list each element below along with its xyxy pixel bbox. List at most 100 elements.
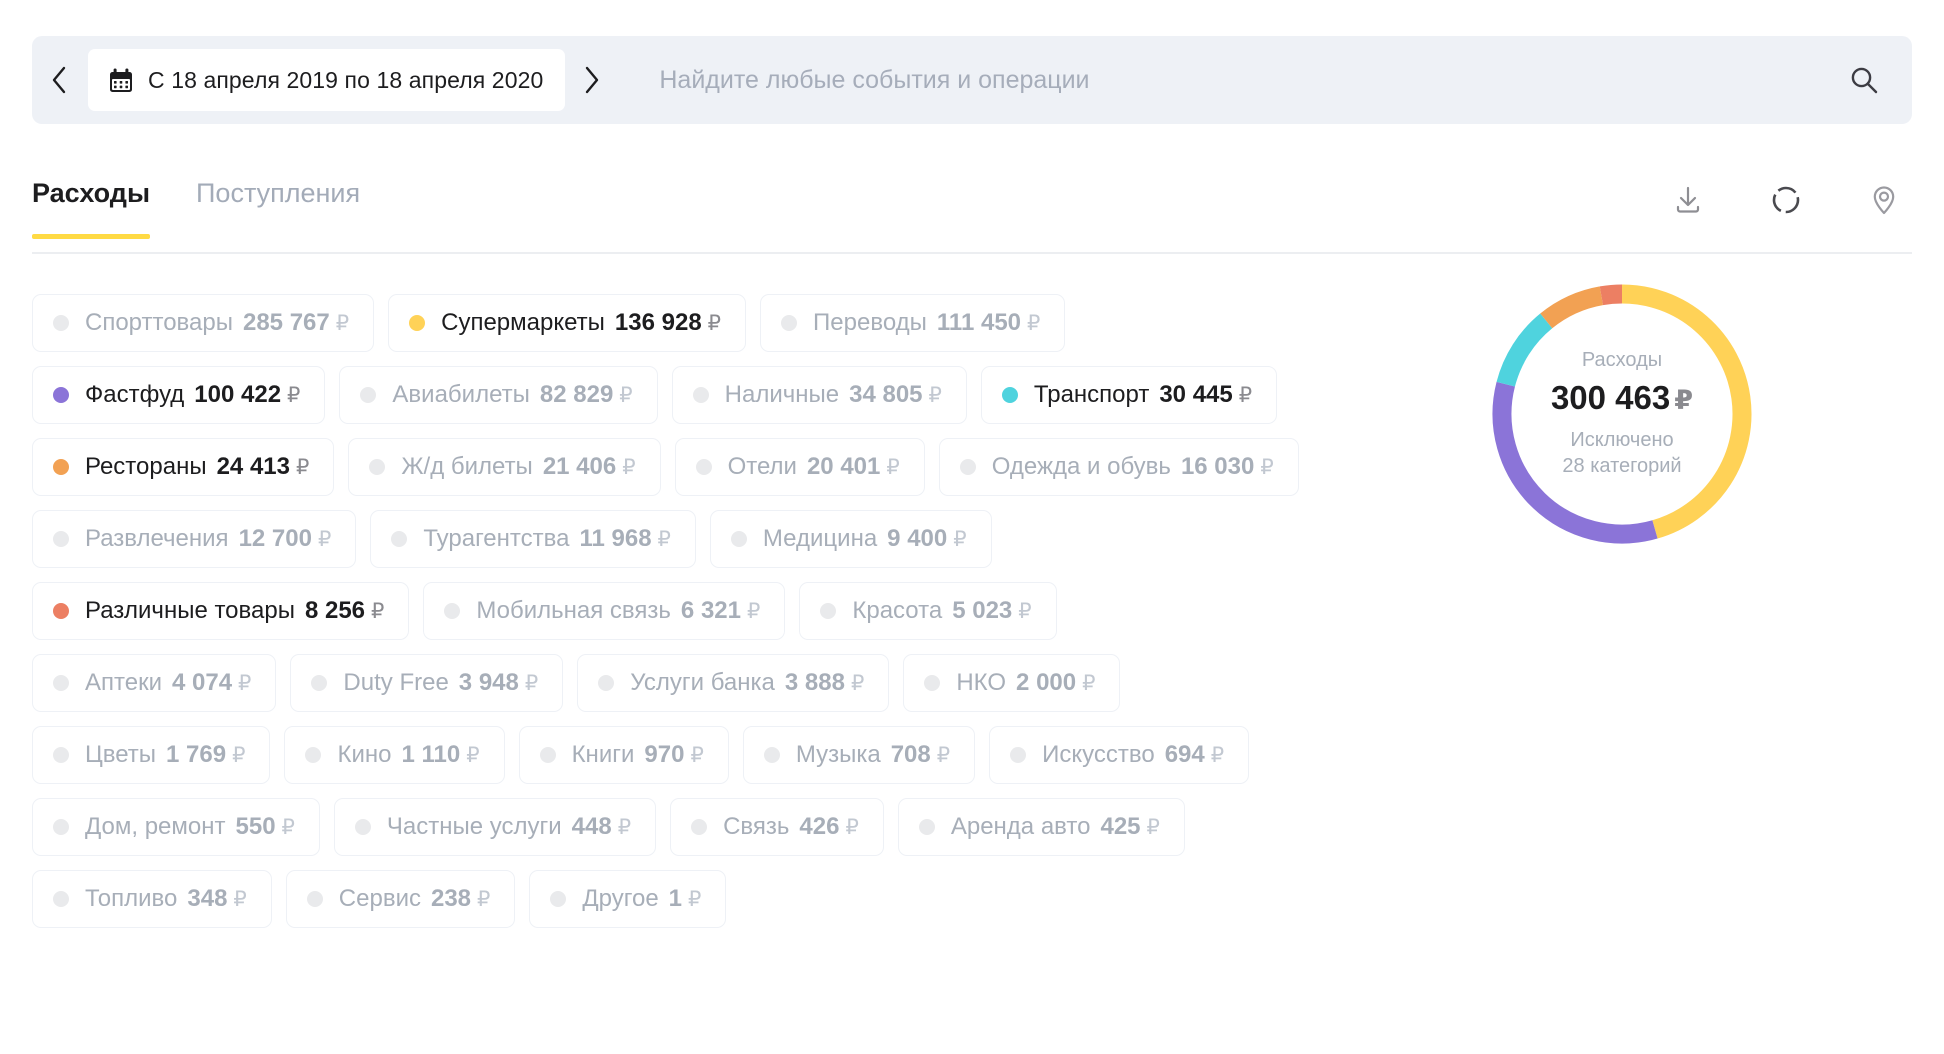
category-color-dot [354, 819, 371, 835]
donut-segment[interactable] [1540, 286, 1604, 329]
category-chip[interactable]: Развлечения 12 700 ₽ [32, 510, 357, 568]
currency-symbol: ₽ [1082, 671, 1096, 695]
category-chip[interactable]: Частные услуги 448 ₽ [333, 798, 657, 856]
category-chip[interactable]: Переводы 111 450 ₽ [760, 294, 1066, 352]
category-chip[interactable]: Медицина 9 400 ₽ [709, 510, 992, 568]
category-chip[interactable]: Книги 970 ₽ [518, 726, 729, 784]
currency-symbol: ₽ [287, 383, 301, 407]
category-color-dot [1010, 747, 1027, 763]
category-color-dot [53, 459, 69, 475]
download-icon[interactable] [1668, 180, 1708, 220]
currency-symbol: ₽ [281, 815, 295, 839]
category-amount: 4 074 [171, 669, 233, 696]
category-chip[interactable]: Транспорт 30 445 ₽ [980, 366, 1278, 424]
currency-symbol: ₽ [317, 527, 332, 551]
expenses-donut-chart[interactable]: Расходы 300 463 ₽ Исключено 28 категорий [1484, 276, 1760, 552]
category-color-dot [781, 315, 798, 331]
category-chip[interactable]: Сервис 238 ₽ [285, 870, 516, 928]
category-amount: 970 [644, 741, 685, 768]
category-amount: 426 [799, 813, 840, 840]
category-color-dot [959, 459, 976, 475]
category-chip[interactable]: Турагентства 11 968 ₽ [370, 510, 696, 568]
category-name: Одежда и обувь [991, 453, 1171, 480]
search-input[interactable] [659, 65, 1816, 95]
category-chip[interactable]: Аптеки 4 074 ₽ [32, 654, 277, 712]
category-amount: 20 401 [806, 453, 881, 480]
currency-symbol: ₽ [1146, 815, 1160, 839]
category-chip[interactable]: Красота 5 023 ₽ [799, 582, 1057, 640]
category-color-dot [53, 531, 69, 547]
category-chip[interactable]: Спорттовары 285 767 ₽ [32, 294, 375, 352]
category-amount: 9 400 [887, 525, 948, 552]
category-name: Цветы [85, 741, 157, 768]
currency-symbol: ₽ [886, 455, 900, 479]
category-chip[interactable]: Фастфуд 100 422 ₽ [32, 366, 326, 424]
category-name: Отели [727, 453, 797, 480]
category-chip[interactable]: НКО 2 000 ₽ [903, 654, 1121, 712]
category-amount: 24 413 [216, 453, 290, 480]
currency-symbol: ₽ [1238, 383, 1253, 407]
tab-income-label: Поступления [196, 178, 361, 208]
category-amount: 3 948 [458, 669, 519, 696]
map-pin-icon[interactable] [1864, 180, 1904, 220]
category-chip-list: Спорттовары 285 767 ₽ Супермаркеты 136 928 ₽ П… [32, 294, 1312, 928]
tab-actions [1668, 178, 1912, 220]
category-chip[interactable]: Аренда авто 425 ₽ [897, 798, 1185, 856]
category-amount: 34 805 [849, 381, 923, 408]
category-color-dot [369, 459, 386, 475]
donut-segment[interactable] [1621, 284, 1752, 539]
category-chip[interactable]: Супермаркеты 136 928 ₽ [388, 294, 747, 352]
category-chip[interactable]: Наличные 34 805 ₽ [671, 366, 967, 424]
category-amount: 2 000 [1016, 669, 1077, 696]
category-chip[interactable]: Мобильная связь 6 321 ₽ [423, 582, 786, 640]
category-chip[interactable]: Ж/д билеты 21 406 ₽ [348, 438, 661, 496]
donut-chart-icon[interactable] [1766, 180, 1806, 220]
prev-period-button[interactable] [32, 49, 86, 111]
date-range-text: С 18 апреля 2019 по 18 апреля 2020 [148, 66, 544, 93]
category-name: Медицина [762, 525, 878, 552]
category-chip[interactable]: Duty Free 3 948 ₽ [290, 654, 564, 712]
category-color-dot [695, 459, 712, 475]
category-color-dot [409, 315, 426, 331]
category-chip[interactable]: Другое 1 ₽ [529, 870, 727, 928]
tab-income[interactable]: Поступления [196, 178, 360, 237]
category-amount: 550 [235, 813, 276, 840]
category-chip[interactable]: Различные товары 8 256 ₽ [32, 582, 410, 640]
category-name: Частные услуги [386, 813, 562, 840]
category-chip[interactable]: Цветы 1 769 ₽ [32, 726, 271, 784]
currency-symbol: ₽ [1027, 311, 1041, 335]
currency-symbol: ₽ [936, 743, 951, 767]
next-period-button[interactable] [565, 49, 619, 111]
currency-symbol: ₽ [690, 743, 704, 767]
category-amount: 82 829 [539, 381, 614, 408]
category-chip[interactable]: Авиабилеты 82 829 ₽ [339, 366, 658, 424]
category-color-dot [391, 531, 408, 547]
category-chip[interactable]: Кино 1 110 ₽ [284, 726, 505, 784]
category-chip[interactable]: Дом, ремонт 550 ₽ [32, 798, 320, 856]
category-name: НКО [956, 669, 1007, 696]
category-color-dot [53, 891, 69, 907]
category-amount: 425 [1100, 813, 1141, 840]
category-chip[interactable]: Связь 426 ₽ [670, 798, 884, 856]
currency-symbol: ₽ [371, 599, 385, 623]
category-chip[interactable]: Музыка 708 ₽ [742, 726, 976, 784]
currency-symbol: ₽ [845, 815, 859, 839]
currency-symbol: ₽ [617, 815, 632, 839]
category-color-dot [924, 675, 941, 691]
date-range-picker[interactable]: С 18 апреля 2019 по 18 апреля 2020 [88, 49, 566, 111]
category-chip[interactable]: Одежда и обувь 16 030 ₽ [938, 438, 1299, 496]
donut-segment[interactable] [1492, 381, 1658, 544]
category-chip[interactable]: Рестораны 24 413 ₽ [32, 438, 335, 496]
category-chip[interactable]: Искусство 694 ₽ [989, 726, 1250, 784]
donut-segment[interactable] [1496, 313, 1553, 387]
category-color-dot [53, 675, 69, 691]
category-chip[interactable]: Услуги банка 3 888 ₽ [577, 654, 890, 712]
search-icon[interactable] [1816, 36, 1912, 124]
category-name: Супермаркеты [441, 309, 605, 336]
category-amount: 238 [430, 885, 472, 912]
tab-expenses[interactable]: Расходы [32, 178, 151, 239]
category-chip[interactable]: Отели 20 401 ₽ [674, 438, 925, 496]
category-color-dot [53, 315, 69, 331]
category-chip[interactable]: Топливо 348 ₽ [32, 870, 272, 928]
donut-segment[interactable] [1599, 284, 1623, 306]
